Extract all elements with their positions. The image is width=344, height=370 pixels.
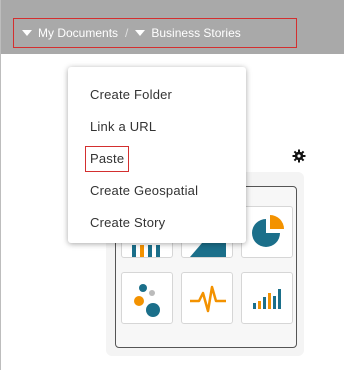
breadcrumb-label: My Documents	[38, 26, 119, 40]
scatter-icon	[134, 284, 160, 317]
menu-item-label: Link a URL	[90, 119, 157, 134]
menu-item-label: Create Folder	[90, 87, 173, 102]
menu-item-label: Create Story	[90, 215, 166, 230]
breadcrumb-separator: /	[125, 26, 129, 40]
menu-item-create-folder[interactable]: Create Folder	[68, 79, 246, 111]
menu-item-label: Create Geospatial	[90, 183, 199, 198]
breadcrumb: My Documents / Business Stories	[13, 18, 297, 48]
pulse-icon	[190, 285, 226, 313]
menu-item-create-geospatial[interactable]: Create Geospatial	[68, 175, 246, 207]
page: My Documents / Business Stories Create F…	[0, 0, 344, 370]
caret-down-icon	[22, 30, 32, 36]
menu-item-link-url[interactable]: Link a URL	[68, 111, 246, 143]
menu-item-create-story[interactable]: Create Story	[68, 207, 246, 239]
column-chart-icon	[253, 289, 281, 309]
column-chart-tile[interactable]	[241, 272, 293, 324]
menu-item-paste[interactable]: Paste	[68, 143, 246, 175]
pie-chart-tile[interactable]	[241, 206, 293, 258]
caret-down-icon	[135, 30, 146, 36]
breadcrumb-label: Business Stories	[151, 26, 241, 40]
top-bar: My Documents / Business Stories	[1, 0, 344, 54]
context-menu: Create Folder Link a URL Paste Create Ge…	[68, 67, 246, 243]
menu-item-label: Paste	[85, 146, 130, 172]
breadcrumb-business-stories[interactable]: Business Stories	[135, 26, 241, 40]
breadcrumb-my-documents[interactable]: My Documents	[22, 26, 118, 40]
pie-chart-icon	[252, 215, 284, 247]
gear-icon[interactable]	[292, 149, 306, 163]
pulse-tile[interactable]	[181, 272, 233, 324]
scatter-tile[interactable]	[121, 272, 173, 324]
